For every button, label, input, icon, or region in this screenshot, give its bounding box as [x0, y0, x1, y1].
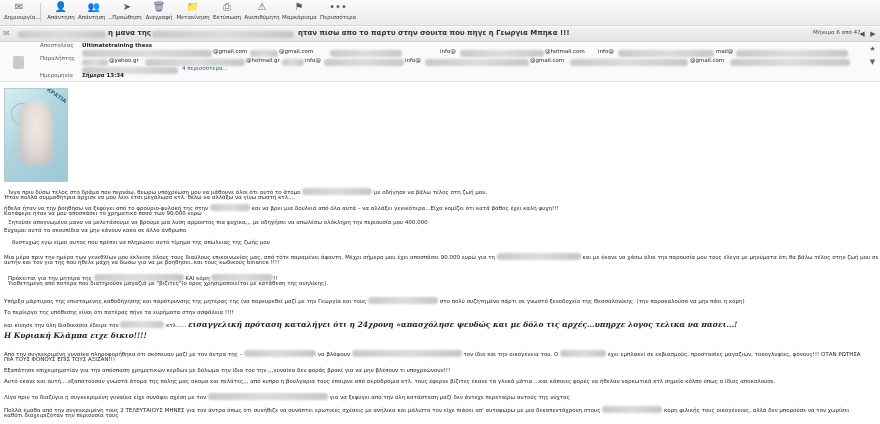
flag-icon: ⚑ — [294, 2, 304, 13]
body-line: Από την συγκεκριμένη γυναίκα πληροφορήθη… — [4, 350, 861, 358]
blurred-face — [19, 101, 53, 165]
date-value: Σήμερα 13:34 — [82, 73, 124, 79]
redacted-text — [570, 59, 688, 66]
flag-button[interactable]: ⚑ Μαρκάρισμα — [282, 1, 317, 25]
star-icon[interactable]: ★ — [868, 45, 877, 54]
redacted-text — [82, 59, 108, 66]
body-line: Λίγο πριν το διαζύγιο η συγκεκριμένη γυν… — [4, 393, 570, 401]
recipient[interactable]: @hotmail.com — [545, 49, 585, 55]
redacted-text — [736, 50, 848, 57]
toolbar-divider — [40, 3, 41, 22]
recipient[interactable]: info@ — [305, 58, 321, 64]
body-line: Η Κυριακή Κλάμπα ειχε δικιο!!!! — [4, 331, 147, 340]
recipient[interactable]: info@ — [598, 49, 614, 55]
redacted-text — [330, 50, 402, 57]
compose-button[interactable]: ✉ Δημιουργία... — [4, 1, 41, 25]
body-line: Ήταν πολλά συμμαθήτρια άρχισε να μου λέε… — [4, 195, 295, 201]
body-line: Αυτό έκανε και αυτή....εξαπατούσαν γνωστ… — [4, 379, 776, 385]
move-button[interactable]: 📁 Μετακίνηση — [176, 1, 210, 25]
body-line: Το περίεργο της υπόθεσης είναι ότι πατέρ… — [4, 310, 234, 316]
reply-icon: 👤 — [54, 2, 68, 13]
more-icon: ••• — [329, 2, 347, 13]
body-line: Εύχομαι αυτά τα σκουπίδια να μην κάνουν … — [4, 228, 187, 234]
redacted-text — [282, 59, 304, 66]
delete-button[interactable]: 🗑 Διαγραφή — [144, 1, 174, 25]
recipient[interactable]: @yahoo.gr — [109, 58, 139, 64]
body-line: Κατάφερε ήταν να μου αποσπάσει το χρηματ… — [4, 211, 202, 217]
recipient[interactable]: info@ — [405, 58, 421, 64]
reply-button[interactable]: 👤 Απάντηση — [46, 1, 76, 25]
redacted-text — [460, 50, 544, 57]
forward-button[interactable]: ➤ Προώθηση — [112, 1, 142, 25]
body-line: Εξαπάτησε επιχειρηματίαν για την απόσπασ… — [4, 368, 451, 374]
body-line: ΠΙΑ ΤΟΥΣ ΦΟΝΟΥΣ ΕΠΙΣ ΤΟΥΣ ΑΞΙΖΑΝ!!! — [4, 357, 116, 363]
recipient[interactable]: @gmail.com — [213, 49, 247, 55]
redacted-text — [250, 50, 278, 57]
email-icon: ✉ — [3, 29, 10, 38]
body-line: Υπήρξα μάρτυρας της επισταμένης καθοδήγη… — [4, 297, 745, 305]
reply-all-icon: 👥 — [87, 2, 101, 13]
body-line: και κίνησε την όλη διαδικασία έδειρε τον… — [4, 320, 738, 329]
body-line: δυστυχώς εγώ είμαι αυτος που πρέπει να π… — [12, 240, 270, 246]
next-message-icon[interactable]: ▶ — [868, 30, 878, 39]
redacted-text — [618, 50, 714, 57]
message-counter: Μήνυμα 6 από 47 — [813, 30, 861, 36]
recipient[interactable]: info@ — [440, 49, 456, 55]
redacted-text — [730, 59, 850, 66]
body-line: Ξητούσε απογνωμένα μανα να μελετάσουμε ν… — [8, 220, 428, 226]
redacted-text — [425, 59, 529, 66]
expand-icon[interactable]: ▼ — [868, 58, 877, 67]
to-label: Παραλήπτης — [40, 56, 75, 62]
body-line: Πολλά έμαθα από την συγκεκριμένη τους 2 … — [4, 406, 850, 414]
sender-name[interactable]: Ultimatetraining thess — [82, 43, 152, 49]
recipient[interactable]: @gmail.com — [530, 58, 564, 64]
spam-icon: ⚠ — [257, 2, 267, 13]
recipient[interactable]: @gmail.com — [279, 49, 313, 55]
body-line: αυτήν και τον γιο της που ήθελε μάχη να … — [4, 260, 280, 266]
subject-prefix: η μανα της — [108, 29, 151, 37]
redacted-text — [82, 50, 212, 57]
forward-icon: ➤ — [122, 2, 132, 13]
avatar — [13, 56, 24, 69]
recipient[interactable]: mail@ — [716, 49, 733, 55]
body-line: Υιοθετημένη από πατέρα που διατηρούσε μα… — [8, 281, 329, 287]
more-recipients-link[interactable]: 4 περισσότερα... — [182, 66, 228, 72]
redacted-text — [152, 31, 294, 38]
recipient[interactable]: @gmail.com — [690, 58, 724, 64]
redacted-text — [324, 59, 404, 66]
reply-all-button[interactable]: 👥 Απάντηση ... — [78, 1, 113, 25]
body-line: καθότι διαχειριζόταν την περιουσία τους — [4, 413, 119, 419]
message-header: Αποστολέας Ultimatetraining thess Παραλή… — [0, 42, 880, 82]
spam-button[interactable]: ⚠ Ανεπιθύμητη — [244, 1, 280, 25]
move-icon: 📁 — [186, 2, 200, 13]
date-label: Ημερομηνία — [40, 73, 74, 79]
delete-icon: 🗑 — [152, 2, 166, 13]
from-label: Αποστολέας — [40, 43, 74, 49]
more-button[interactable]: ••• Περισσότερα — [320, 1, 356, 25]
attached-photo: ΚΡΑΤΙΑ — [4, 88, 68, 182]
print-icon: ⎙ — [223, 2, 231, 13]
redacted-text — [145, 59, 245, 66]
redacted-text — [18, 31, 106, 38]
print-button[interactable]: ⎙ Εκτύπωση — [212, 1, 242, 25]
previous-message-icon[interactable]: ◀ — [857, 30, 867, 39]
subject-text: ηταν πισω απο το παρτυ στην σουιτα που π… — [298, 29, 570, 37]
toolbar: ✉ Δημιουργία... 👤 Απάντηση 👥 Απάντηση ..… — [0, 0, 880, 26]
recipient[interactable]: @hotmail.gr — [246, 58, 280, 64]
subject-bar: ✉ η μανα της ηταν πισω απο το παρτυ στην… — [0, 27, 880, 42]
compose-icon: ✉ — [14, 2, 24, 13]
